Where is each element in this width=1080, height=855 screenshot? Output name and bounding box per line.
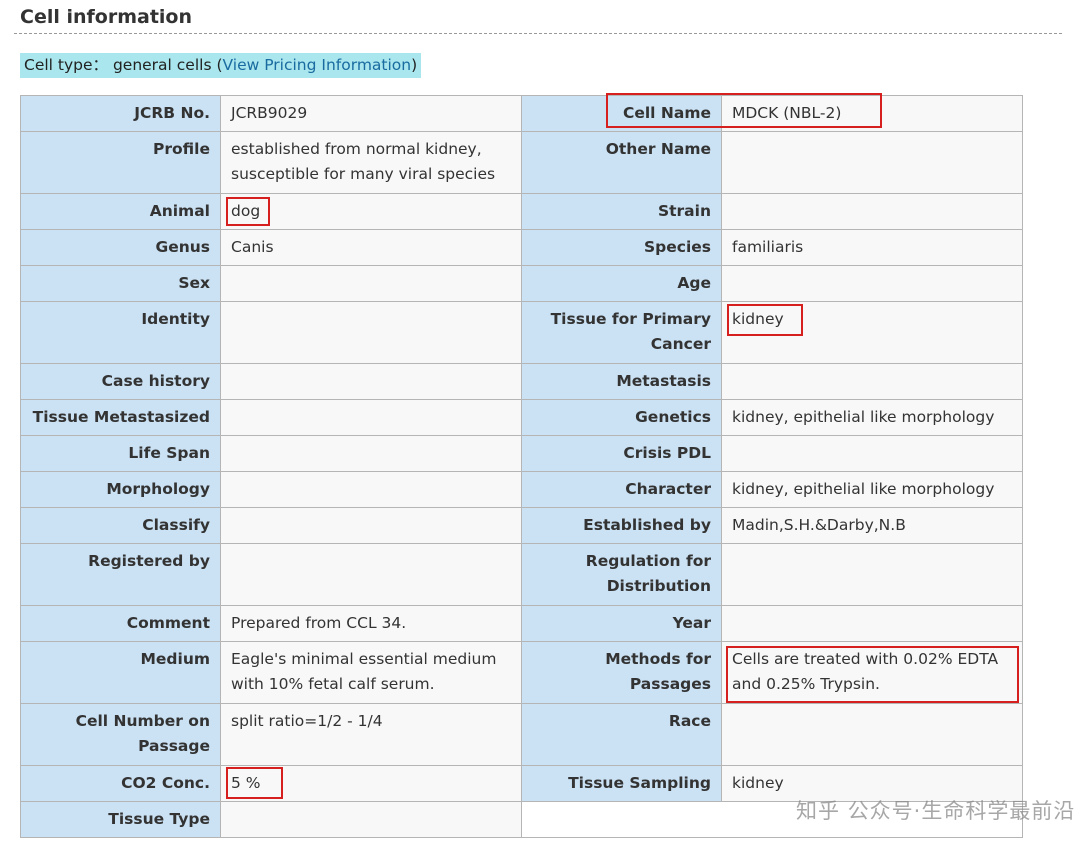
field-value: Prepared from CCL 34. xyxy=(220,605,522,642)
field-value: Canis xyxy=(220,229,522,266)
field-label: Tissue Metastasized xyxy=(20,399,221,436)
table-row: Classify Established by Madin,S.H.&Darby… xyxy=(20,507,1023,544)
field-value: JCRB9029 xyxy=(220,95,522,132)
table-row: Genus Canis Species familiaris xyxy=(20,229,1023,266)
field-value: 5 % xyxy=(220,765,522,802)
table-row: Sex Age xyxy=(20,265,1023,302)
field-value xyxy=(721,363,1023,400)
field-label: Genus xyxy=(20,229,221,266)
field-label: Tissue for Primary Cancer xyxy=(521,301,722,364)
view-pricing-link[interactable]: View Pricing Information xyxy=(223,56,412,74)
table-row: JCRB No. JCRB9029 Cell Name MDCK (NBL-2) xyxy=(20,95,1023,132)
field-value xyxy=(721,435,1023,472)
field-value: Madin,S.H.&Darby,N.B xyxy=(721,507,1023,544)
section-title: Cell information xyxy=(20,6,192,28)
field-value xyxy=(721,605,1023,642)
field-value: split ratio=1/2 - 1/4 xyxy=(220,703,522,766)
field-value: dog xyxy=(220,193,522,230)
table-row: Cell Number on Passage split ratio=1/2 -… xyxy=(20,703,1023,766)
field-label: Cell Number on Passage xyxy=(20,703,221,766)
field-label: Cell Name xyxy=(521,95,722,132)
field-label: Species xyxy=(521,229,722,266)
cell-type-banner: Cell type： general cells (View Pricing I… xyxy=(20,53,422,78)
table-row: Life Span Crisis PDL xyxy=(20,435,1023,472)
field-label: Registered by xyxy=(20,543,221,606)
field-label: Age xyxy=(521,265,722,302)
field-value: Cells are treated with 0.02% EDTA and 0.… xyxy=(721,641,1023,704)
field-label: Crisis PDL xyxy=(521,435,722,472)
field-value xyxy=(721,703,1023,766)
field-label: Medium xyxy=(20,641,221,704)
field-value xyxy=(721,543,1023,606)
field-label: Classify xyxy=(20,507,221,544)
field-value xyxy=(220,363,522,400)
field-label: Genetics xyxy=(521,399,722,436)
field-label: Character xyxy=(521,471,722,508)
field-value xyxy=(220,507,522,544)
field-label: Year xyxy=(521,605,722,642)
field-label: Profile xyxy=(20,131,221,194)
field-label: Comment xyxy=(20,605,221,642)
field-value: established from normal kidney, suscepti… xyxy=(220,131,522,194)
field-value xyxy=(721,131,1023,194)
field-label: JCRB No. xyxy=(20,95,221,132)
field-label: Metastasis xyxy=(521,363,722,400)
table-row: Animal dog Strain xyxy=(20,193,1023,230)
field-label: Other Name xyxy=(521,131,722,194)
field-value: kidney xyxy=(721,301,1023,364)
table-row: Case history Metastasis xyxy=(20,363,1023,400)
field-value xyxy=(220,399,522,436)
field-value: kidney, epithelial like morphology xyxy=(721,399,1023,436)
field-label: Case history xyxy=(20,363,221,400)
field-label: Identity xyxy=(20,301,221,364)
field-value: kidney, epithelial like morphology xyxy=(721,471,1023,508)
field-value: familiaris xyxy=(721,229,1023,266)
field-value: Eagle's minimal essential medium with 10… xyxy=(220,641,522,704)
field-label: Regulation for Distribution xyxy=(521,543,722,606)
cell-type-suffix: ) xyxy=(411,56,418,74)
field-value xyxy=(220,265,522,302)
table-row: Identity Tissue for Primary Cancer kidne… xyxy=(20,301,1023,364)
table-row: Morphology Character kidney, epithelial … xyxy=(20,471,1023,508)
field-label: Animal xyxy=(20,193,221,230)
field-label: Sex xyxy=(20,265,221,302)
table-row: Profile established from normal kidney, … xyxy=(20,131,1023,194)
field-value xyxy=(220,435,522,472)
field-label: Life Span xyxy=(20,435,221,472)
field-value xyxy=(220,301,522,364)
field-label: Race xyxy=(521,703,722,766)
field-label: CO2 Conc. xyxy=(20,765,221,802)
table-row: Comment Prepared from CCL 34. Year xyxy=(20,605,1023,642)
field-label: Strain xyxy=(521,193,722,230)
field-label: Tissue Sampling xyxy=(521,765,722,802)
field-label: Morphology xyxy=(20,471,221,508)
field-value xyxy=(220,801,522,838)
field-label: Methods for Passages xyxy=(521,641,722,704)
section-divider xyxy=(14,33,1062,34)
field-value xyxy=(220,471,522,508)
field-value xyxy=(220,543,522,606)
field-label: Established by xyxy=(521,507,722,544)
table-row: Registered by Regulation for Distributio… xyxy=(20,543,1023,606)
table-row: Medium Eagle's minimal essential medium … xyxy=(20,641,1023,704)
cell-type-text: Cell type： general cells ( xyxy=(24,56,223,74)
field-value xyxy=(721,193,1023,230)
field-value xyxy=(721,265,1023,302)
field-value: MDCK (NBL-2) xyxy=(721,95,1023,132)
table-row: Tissue Metastasized Genetics kidney, epi… xyxy=(20,399,1023,436)
cell-info-table: JCRB No. JCRB9029 Cell Name MDCK (NBL-2)… xyxy=(20,95,1023,838)
field-label: Tissue Type xyxy=(20,801,221,838)
watermark: 知乎 公众号·生命科学最前沿 xyxy=(796,799,1076,823)
